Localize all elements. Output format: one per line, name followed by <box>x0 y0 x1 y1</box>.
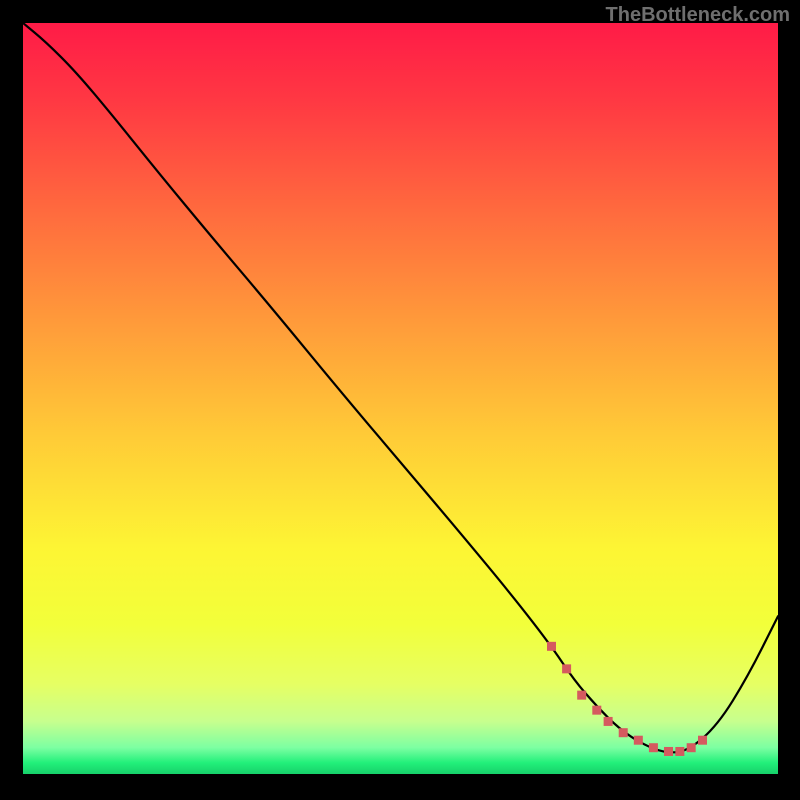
marker-point <box>698 736 707 745</box>
marker-point <box>664 747 673 756</box>
chart-container: TheBottleneck.com <box>0 0 800 800</box>
marker-point <box>687 743 696 752</box>
marker-point <box>619 728 628 737</box>
plot-area <box>23 23 778 774</box>
marker-point <box>562 664 571 673</box>
watermark: TheBottleneck.com <box>606 4 790 27</box>
marker-point <box>604 717 613 726</box>
marker-point <box>634 736 643 745</box>
marker-point <box>577 691 586 700</box>
marker-point <box>592 706 601 715</box>
marker-point <box>547 642 556 651</box>
gradient-chart <box>23 23 778 774</box>
marker-point <box>675 747 684 756</box>
marker-point <box>649 743 658 752</box>
